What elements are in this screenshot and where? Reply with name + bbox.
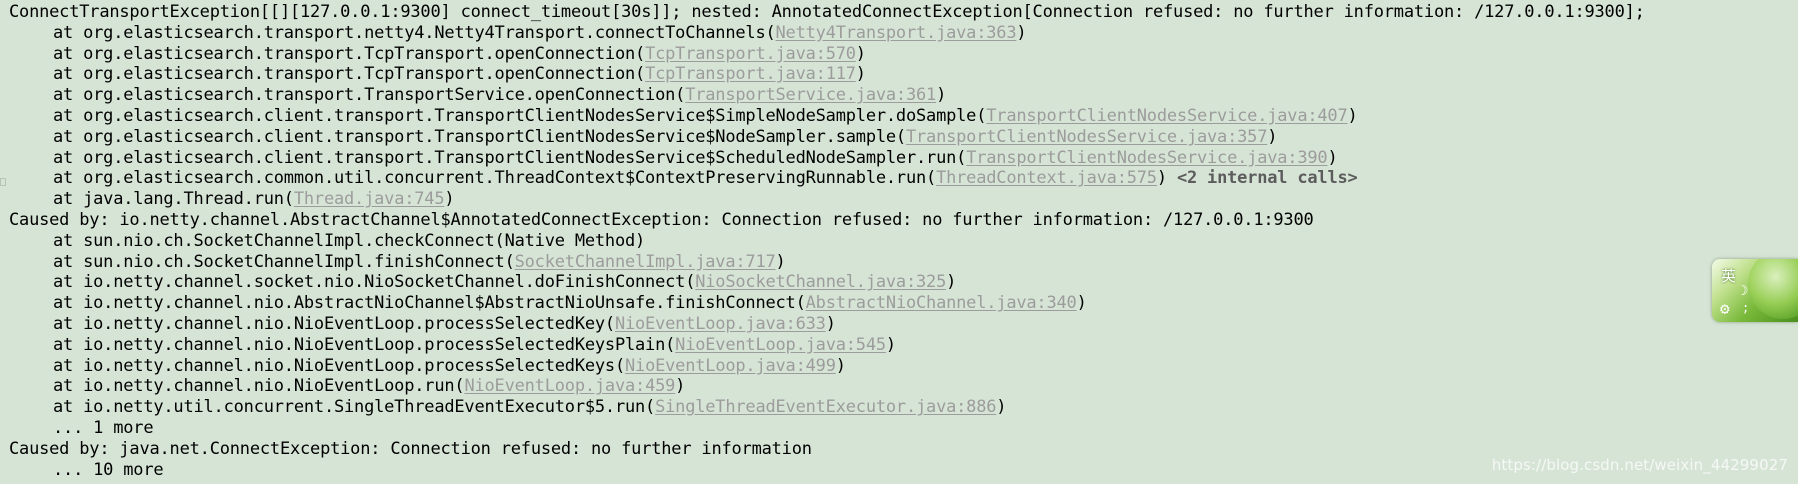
log-text: )	[1347, 106, 1358, 126]
log-text: )	[885, 334, 896, 355]
stack-frame-line: at io.netty.channel.nio.NioEventLoop.pro…	[53, 335, 896, 356]
log-text: at org.elasticsearch.client.transport.Tr…	[53, 106, 987, 126]
source-file-link[interactable]: NioEventLoop.java:545	[675, 335, 886, 355]
log-text: )	[1267, 126, 1278, 147]
source-file-link[interactable]: TcpTransport.java:570	[645, 44, 856, 64]
log-text: at org.elasticsearch.common.util.concurr…	[53, 168, 937, 189]
console-output: ConnectTransportException[[][127.0.0.1:9…	[0, 0, 1798, 484]
log-text: )	[835, 355, 846, 376]
log-text: at org.elasticsearch.transport.Transport…	[53, 85, 686, 106]
log-text: ... 10 more	[53, 459, 164, 480]
log-text: at sun.nio.ch.SocketChannelImpl.checkCon…	[53, 230, 646, 251]
log-text: )	[855, 64, 866, 85]
log-text: )	[675, 376, 686, 397]
log-text: at io.netty.channel.nio.AbstractNioChann…	[53, 293, 806, 314]
log-text: at java.lang.Thread.run(	[53, 189, 294, 210]
ime-toolbar[interactable]: 英 ☽ ⚙ ;	[1712, 259, 1798, 322]
stack-frame-line: at io.netty.channel.socket.nio.NioSocket…	[53, 272, 956, 293]
source-file-link[interactable]: NioEventLoop.java:499	[625, 356, 836, 376]
log-text: )	[1076, 293, 1087, 314]
watermark: https://blog.csdn.net/weixin_44299027	[1491, 456, 1788, 474]
stack-frame-line: at org.elasticsearch.transport.TcpTransp…	[53, 64, 866, 85]
log-text: )	[444, 189, 455, 210]
log-text: )	[825, 314, 836, 334]
stack-frame-line: at org.elasticsearch.common.util.concurr…	[53, 168, 1358, 189]
moon-icon[interactable]: ☽	[1740, 283, 1748, 299]
source-file-link[interactable]: Netty4Transport.java:363	[776, 23, 1017, 43]
log-text: ... 1 more	[53, 418, 154, 438]
source-file-link[interactable]: AbstractNioChannel.java:340	[806, 293, 1077, 313]
source-file-link[interactable]: TransportClientNodesService.java:407	[986, 106, 1347, 126]
log-text: )	[1327, 147, 1338, 168]
ime-leaf-decoration	[1748, 259, 1798, 319]
log-text: at io.netty.channel.nio.NioEventLoop.pro…	[53, 314, 615, 334]
log-text: at org.elasticsearch.transport.TcpTransp…	[53, 64, 646, 85]
exception-line: Caused by: java.net.ConnectException: Co…	[9, 439, 812, 460]
log-text: at org.elasticsearch.transport.TcpTransp…	[53, 43, 646, 64]
stack-frame-line: at io.netty.channel.nio.NioEventLoop.pro…	[53, 314, 836, 335]
log-text: at org.elasticsearch.transport.netty4.Ne…	[53, 22, 776, 43]
log-text: )	[1156, 168, 1177, 189]
log-text: )	[855, 43, 866, 64]
stack-frame-line: at java.lang.Thread.run(Thread.java:745)	[53, 189, 455, 210]
log-text: Caused by: io.netty.channel.AbstractChan…	[9, 210, 1314, 230]
stack-frame-line: at org.elasticsearch.client.transport.Tr…	[53, 106, 1358, 127]
ime-language-toggle[interactable]: 英	[1721, 265, 1736, 286]
exception-line: ConnectTransportException[[][127.0.0.1:9…	[9, 2, 1645, 23]
source-file-link[interactable]: SocketChannelImpl.java:717	[515, 252, 776, 272]
source-file-link[interactable]: NioEventLoop.java:459	[464, 376, 675, 396]
source-file-link[interactable]: TcpTransport.java:117	[645, 64, 856, 84]
gear-icon[interactable]: ⚙	[1720, 299, 1730, 318]
log-text: )	[775, 251, 786, 272]
log-text: Caused by: java.net.ConnectException: Co…	[9, 438, 812, 459]
log-text: )	[936, 85, 947, 106]
log-text: at org.elasticsearch.client.transport.Tr…	[53, 147, 967, 168]
log-text: at io.netty.util.concurrent.SingleThread…	[53, 397, 656, 418]
stack-frame-line: ... 10 more	[53, 459, 164, 481]
log-text: at io.netty.channel.nio.NioEventLoop.pro…	[53, 334, 676, 355]
stack-frame-line: at org.elasticsearch.transport.TcpTransp…	[53, 44, 866, 65]
source-file-link[interactable]: Thread.java:745	[294, 189, 445, 209]
source-file-link[interactable]: TransportService.java:361	[685, 85, 936, 105]
log-text: at io.netty.channel.nio.NioEventLoop.run…	[53, 376, 465, 397]
stack-frame-line: at org.elasticsearch.transport.netty4.Ne…	[53, 22, 1027, 44]
stack-frame-line: at sun.nio.ch.SocketChannelImpl.finishCo…	[53, 252, 786, 273]
log-text: at io.netty.channel.nio.NioEventLoop.pro…	[53, 355, 625, 376]
source-file-link[interactable]: NioEventLoop.java:633	[615, 314, 826, 334]
stack-frame-line: at org.elasticsearch.client.transport.Tr…	[53, 148, 1338, 169]
stack-frame-line: at io.netty.channel.nio.NioEventLoop.pro…	[53, 356, 846, 377]
punctuation-icon[interactable]: ;	[1742, 301, 1749, 315]
log-text: at io.netty.channel.socket.nio.NioSocket…	[53, 272, 696, 293]
log-text: )	[1016, 22, 1027, 43]
log-text: at sun.nio.ch.SocketChannelImpl.finishCo…	[53, 251, 515, 272]
exception-line: Caused by: io.netty.channel.AbstractChan…	[9, 210, 1314, 231]
fold-marker-icon[interactable]	[0, 178, 6, 186]
log-text: )	[946, 272, 957, 293]
internal-calls-toggle[interactable]: <2 internal calls>	[1177, 168, 1358, 188]
source-file-link[interactable]: TransportClientNodesService.java:357	[906, 127, 1267, 147]
source-file-link[interactable]: SingleThreadEventExecutor.java:886	[655, 397, 996, 417]
stack-frame-line: at org.elasticsearch.client.transport.Tr…	[53, 127, 1277, 148]
source-file-link[interactable]: TransportClientNodesService.java:390	[966, 148, 1327, 168]
stack-frame-line: at io.netty.channel.nio.AbstractNioChann…	[53, 293, 1087, 314]
log-text: )	[996, 397, 1007, 418]
stack-frame-line: at io.netty.util.concurrent.SingleThread…	[53, 397, 1007, 418]
stack-frame-line: at sun.nio.ch.SocketChannelImpl.checkCon…	[53, 231, 645, 252]
log-text: ConnectTransportException[[][127.0.0.1:9…	[9, 2, 1645, 22]
stack-frame-line: at org.elasticsearch.transport.Transport…	[53, 85, 946, 106]
stack-frame-line: ... 1 more	[53, 418, 154, 439]
source-file-link[interactable]: ThreadContext.java:575	[936, 168, 1157, 188]
source-file-link[interactable]: NioSocketChannel.java:325	[695, 272, 946, 292]
stack-frame-line: at io.netty.channel.nio.NioEventLoop.run…	[53, 376, 685, 397]
log-text: at org.elasticsearch.client.transport.Tr…	[53, 126, 906, 147]
